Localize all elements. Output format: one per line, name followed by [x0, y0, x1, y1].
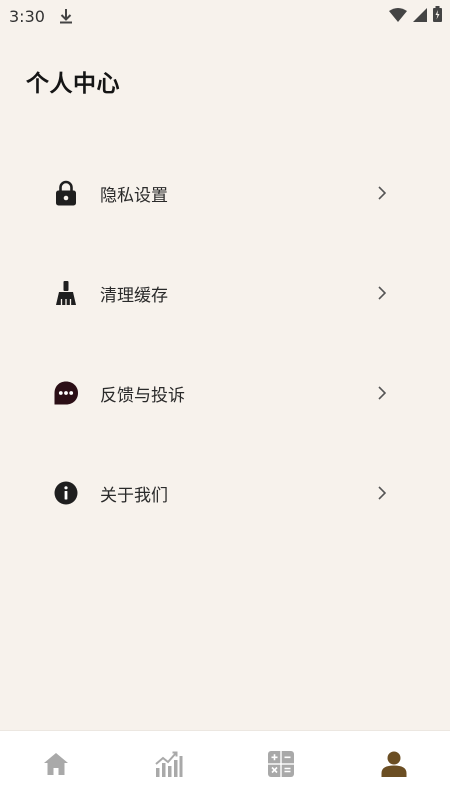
menu-label-privacy: 隐私设置 — [100, 185, 168, 206]
status-indicators — [389, 6, 442, 26]
nav-item-chart[interactable] — [113, 731, 226, 800]
chat-bubble-icon — [53, 380, 79, 406]
download-icon — [59, 8, 73, 24]
status-bar: 3:30 — [0, 0, 450, 32]
broom-icon — [53, 280, 79, 306]
battery-icon — [433, 6, 442, 26]
menu-item-feedback[interactable]: 反馈与投诉 — [0, 343, 450, 443]
lock-icon — [53, 180, 79, 206]
chevron-right-icon — [376, 186, 388, 200]
menu-label-about: 关于我们 — [100, 485, 168, 506]
chevron-right-icon — [376, 386, 388, 400]
info-icon — [53, 480, 79, 506]
bottom-nav — [0, 730, 450, 800]
home-icon — [43, 752, 69, 780]
nav-item-calculator[interactable] — [225, 731, 338, 800]
chevron-right-icon — [376, 486, 388, 500]
menu-label-feedback: 反馈与投诉 — [100, 385, 185, 406]
chevron-right-icon — [376, 286, 388, 300]
nav-item-profile[interactable] — [338, 731, 450, 800]
page-title: 个人中心 — [26, 71, 120, 97]
chart-icon — [155, 750, 183, 782]
calculator-icon — [268, 750, 295, 781]
settings-menu: 隐私设置 清理缓存 反馈与投诉 关于我们 — [0, 143, 450, 543]
menu-item-about[interactable]: 关于我们 — [0, 443, 450, 543]
signal-icon — [413, 7, 427, 26]
status-time: 3:30 — [9, 6, 45, 26]
nav-item-home[interactable] — [0, 731, 113, 800]
person-icon — [381, 751, 407, 781]
wifi-icon — [389, 7, 407, 26]
menu-item-clear-cache[interactable]: 清理缓存 — [0, 243, 450, 343]
menu-label-clear-cache: 清理缓存 — [100, 285, 168, 306]
menu-item-privacy[interactable]: 隐私设置 — [0, 143, 450, 243]
